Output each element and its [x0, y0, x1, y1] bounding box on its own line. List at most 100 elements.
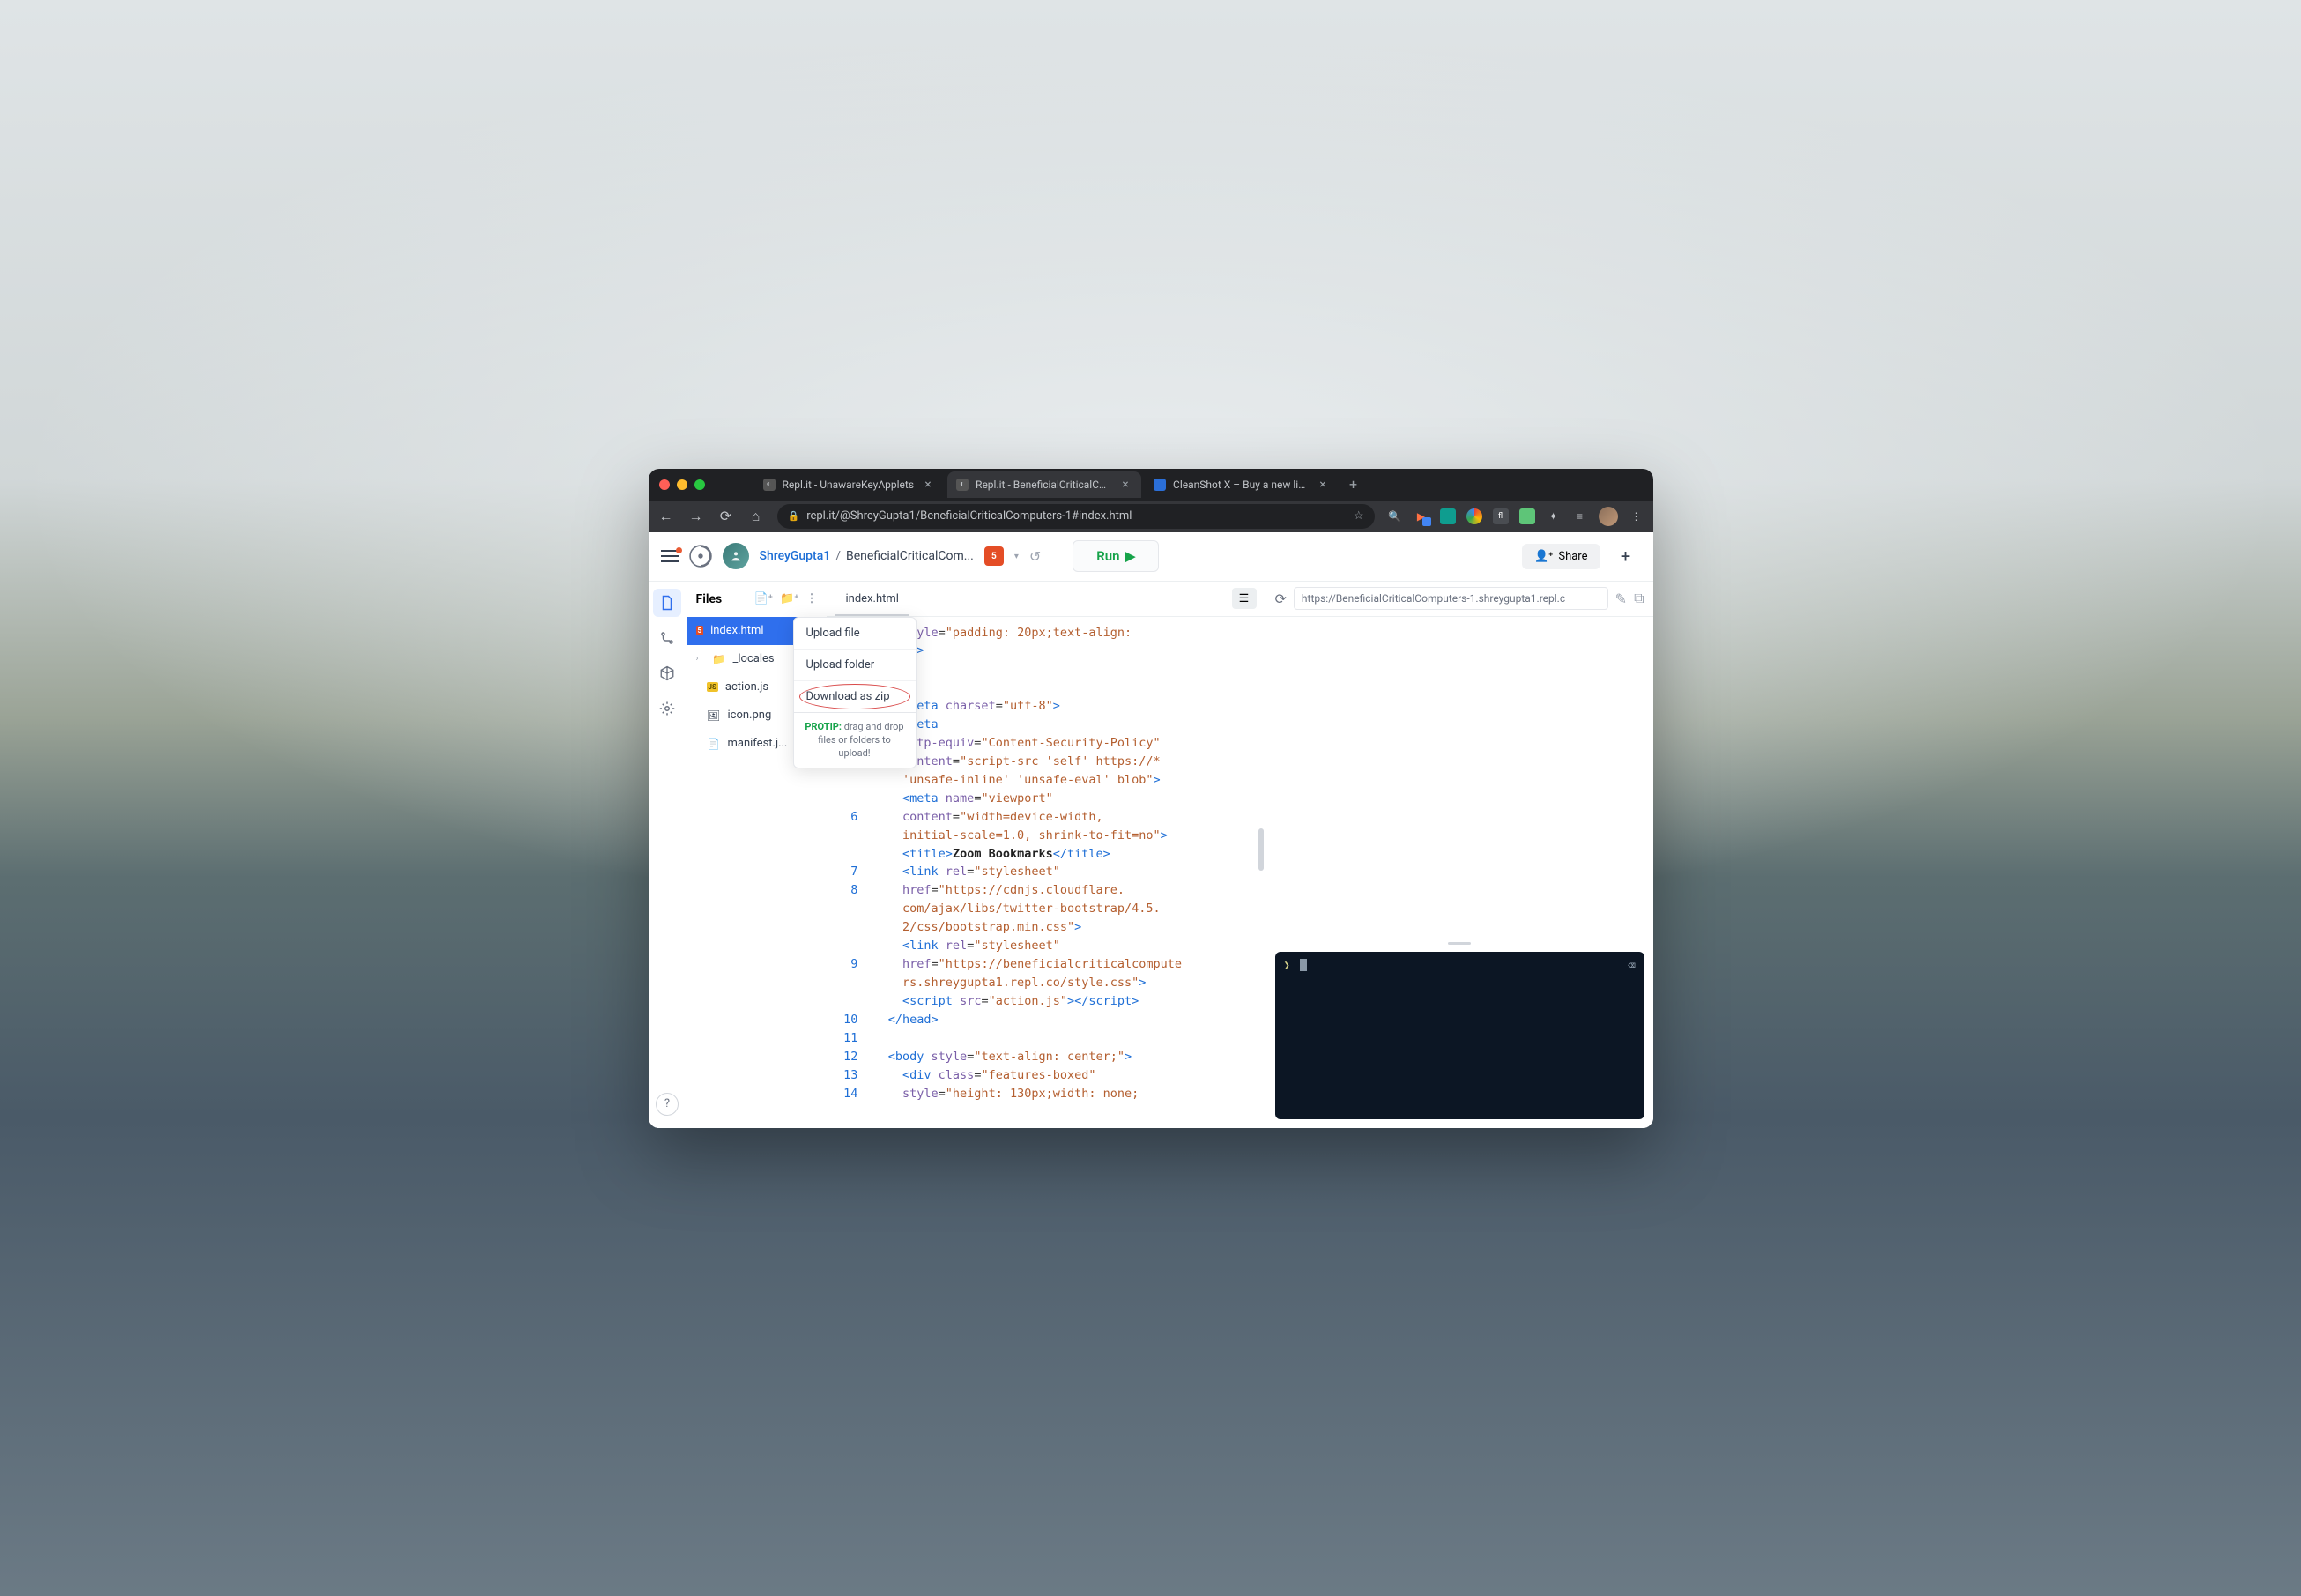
back-button[interactable]: ← [657, 508, 675, 525]
chevron-down-icon[interactable]: ▾ [1014, 552, 1019, 561]
refresh-preview-icon[interactable]: ⟳ [1275, 590, 1287, 607]
search-extension-icon[interactable]: 🔍 [1387, 508, 1403, 524]
home-button[interactable]: ⌂ [747, 508, 765, 525]
preview-iframe[interactable] [1266, 617, 1653, 941]
username-link[interactable]: ShreyGupta1 [760, 549, 831, 563]
project-name[interactable]: BeneficialCriticalCom... [846, 549, 974, 563]
maximize-window-icon[interactable] [694, 479, 705, 490]
console-resize-handle[interactable] [1266, 941, 1653, 946]
user-avatar[interactable] [723, 543, 749, 569]
cleanshot-favicon-icon [1154, 479, 1166, 491]
tab-title: Repl.it - UnawareKeyApplets [783, 479, 915, 491]
file-pane-header: Files 📄⁺ 📁⁺ ⋮ [687, 582, 827, 617]
profile-avatar[interactable] [1599, 507, 1618, 526]
file-name: _locales [733, 652, 775, 665]
replit-logo-icon[interactable] [689, 545, 712, 568]
reload-button[interactable]: ⟳ [717, 508, 735, 524]
minimize-window-icon[interactable] [677, 479, 687, 490]
tab-title: CleanShot X – Buy a new licen [1173, 479, 1309, 491]
file-pane: Files 📄⁺ 📁⁺ ⋮ 5 index.html › 📁 _locales … [687, 582, 827, 1128]
packages-icon[interactable] [653, 659, 681, 687]
protip-text: PROTIP: drag and drop files or folders t… [794, 713, 916, 768]
new-folder-icon[interactable]: 📁⁺ [780, 592, 798, 605]
replit-favicon-icon: ◐ [956, 479, 969, 491]
person-plus-icon: 👤⁺ [1534, 550, 1553, 563]
browser-tab-0[interactable]: ◐ Repl.it - UnawareKeyApplets × [754, 471, 945, 498]
browser-tab-2[interactable]: CleanShot X – Buy a new licen × [1145, 471, 1339, 498]
file-name: icon.png [728, 709, 772, 722]
browser-tab-1[interactable]: ◐ Repl.it - BeneficialCriticalComp × [947, 471, 1141, 498]
open-external-icon[interactable]: ⧉ [1634, 590, 1644, 607]
extension-icons: 🔍 ▶ fl ✦ ≡ ⋮ [1387, 507, 1644, 526]
html-lang-badge-icon[interactable]: 5 [984, 546, 1004, 566]
close-window-icon[interactable] [659, 479, 670, 490]
download-zip-option[interactable]: Download as zip [794, 681, 916, 713]
file-name: manifest.j... [728, 737, 788, 750]
editor-tabs: index.html ☰ [827, 582, 1266, 617]
file-icon: 📄 [707, 738, 721, 750]
replit-favicon-icon: ◐ [763, 479, 776, 491]
add-button[interactable]: + [1611, 541, 1641, 571]
url-text: repl.it/@ShreyGupta1/BeneficialCriticalC… [806, 509, 1132, 523]
window-controls [656, 479, 712, 490]
browser-chrome: ◐ Repl.it - UnawareKeyApplets × ◐ Repl.i… [649, 469, 1653, 532]
upload-folder-option[interactable]: Upload folder [794, 650, 916, 681]
markdown-preview-icon[interactable]: ☰ [1232, 588, 1257, 609]
share-button[interactable]: 👤⁺ Share [1522, 544, 1600, 569]
settings-icon[interactable] [653, 694, 681, 723]
address-bar[interactable]: 🔒 repl.it/@ShreyGupta1/BeneficialCritica… [777, 504, 1375, 529]
tab-strip: ◐ Repl.it - UnawareKeyApplets × ◐ Repl.i… [649, 469, 1653, 501]
tab-title: Repl.it - BeneficialCriticalComp [976, 479, 1111, 491]
play-icon: ▶ [1125, 548, 1136, 564]
help-button[interactable]: ? [656, 1093, 679, 1116]
new-tab-button[interactable]: + [1342, 476, 1364, 493]
console-panel[interactable]: ❯ ⌫ [1275, 952, 1644, 1119]
extension-icon[interactable]: ▶ [1414, 508, 1429, 524]
html-file-icon: 5 [696, 626, 704, 635]
run-label: Run [1096, 548, 1119, 564]
close-tab-icon[interactable]: × [1118, 478, 1132, 492]
kebab-menu-icon[interactable]: ⋮ [1629, 508, 1644, 524]
preview-column: ⟳ https://BeneficialCriticalComputers-1.… [1266, 582, 1653, 1128]
share-label: Share [1558, 550, 1587, 563]
assistant-icon[interactable] [1466, 508, 1482, 524]
file-name: index.html [710, 624, 763, 637]
new-file-icon[interactable]: 📄⁺ [754, 592, 773, 605]
workspace: ? Files 📄⁺ 📁⁺ ⋮ 5 index.html › 📁 _locale… [649, 582, 1653, 1128]
chevron-right-icon: › [696, 654, 705, 664]
js-file-icon: JS [707, 682, 718, 692]
browser-window: ◐ Repl.it - UnawareKeyApplets × ◐ Repl.i… [649, 469, 1653, 1128]
star-icon[interactable]: ☆ [1354, 509, 1364, 523]
files-title: Files [696, 592, 723, 606]
edit-url-icon[interactable]: ✎ [1615, 590, 1627, 607]
icon-sidebar: ? [649, 582, 687, 1128]
clear-console-icon[interactable]: ⌫ [1628, 959, 1635, 973]
editor-scrollbar[interactable] [1258, 828, 1264, 871]
console-prompt-icon: ❯ [1284, 959, 1290, 971]
extension-icon[interactable]: fl [1493, 508, 1509, 524]
close-tab-icon[interactable]: × [1316, 478, 1330, 492]
file-name: action.js [725, 680, 768, 694]
forward-button[interactable]: → [687, 508, 705, 525]
repl-header: ShreyGupta1 / BeneficialCriticalCom... 5… [649, 532, 1653, 582]
preview-toolbar: ⟳ https://BeneficialCriticalComputers-1.… [1266, 582, 1653, 617]
files-tool-icon[interactable] [653, 589, 681, 617]
preview-url-input[interactable]: https://BeneficialCriticalComputers-1.sh… [1294, 587, 1608, 610]
console-cursor [1300, 959, 1307, 971]
bookmark-icon[interactable] [1440, 508, 1456, 524]
menu-button[interactable] [661, 550, 679, 562]
history-icon[interactable]: ↺ [1029, 548, 1041, 565]
run-button[interactable]: Run ▶ [1073, 540, 1159, 572]
file-options-dropdown: Upload file Upload folder Download as zi… [793, 617, 917, 768]
image-file-icon: 🖼 [707, 709, 721, 722]
extensions-menu-icon[interactable]: ✦ [1546, 508, 1562, 524]
breadcrumb: ShreyGupta1 / BeneficialCriticalCom... [760, 549, 974, 563]
close-tab-icon[interactable]: × [921, 478, 935, 492]
editor-tab-index-html[interactable]: index.html [835, 583, 909, 616]
upload-file-option[interactable]: Upload file [794, 618, 916, 650]
more-options-icon[interactable]: ⋮ [806, 592, 818, 605]
bookmark-icon[interactable] [1519, 508, 1535, 524]
code-content[interactable]: tml style="padding: 20px;text-align: nte… [874, 617, 1266, 1128]
reading-list-icon[interactable]: ≡ [1572, 508, 1588, 524]
version-control-icon[interactable] [653, 624, 681, 652]
